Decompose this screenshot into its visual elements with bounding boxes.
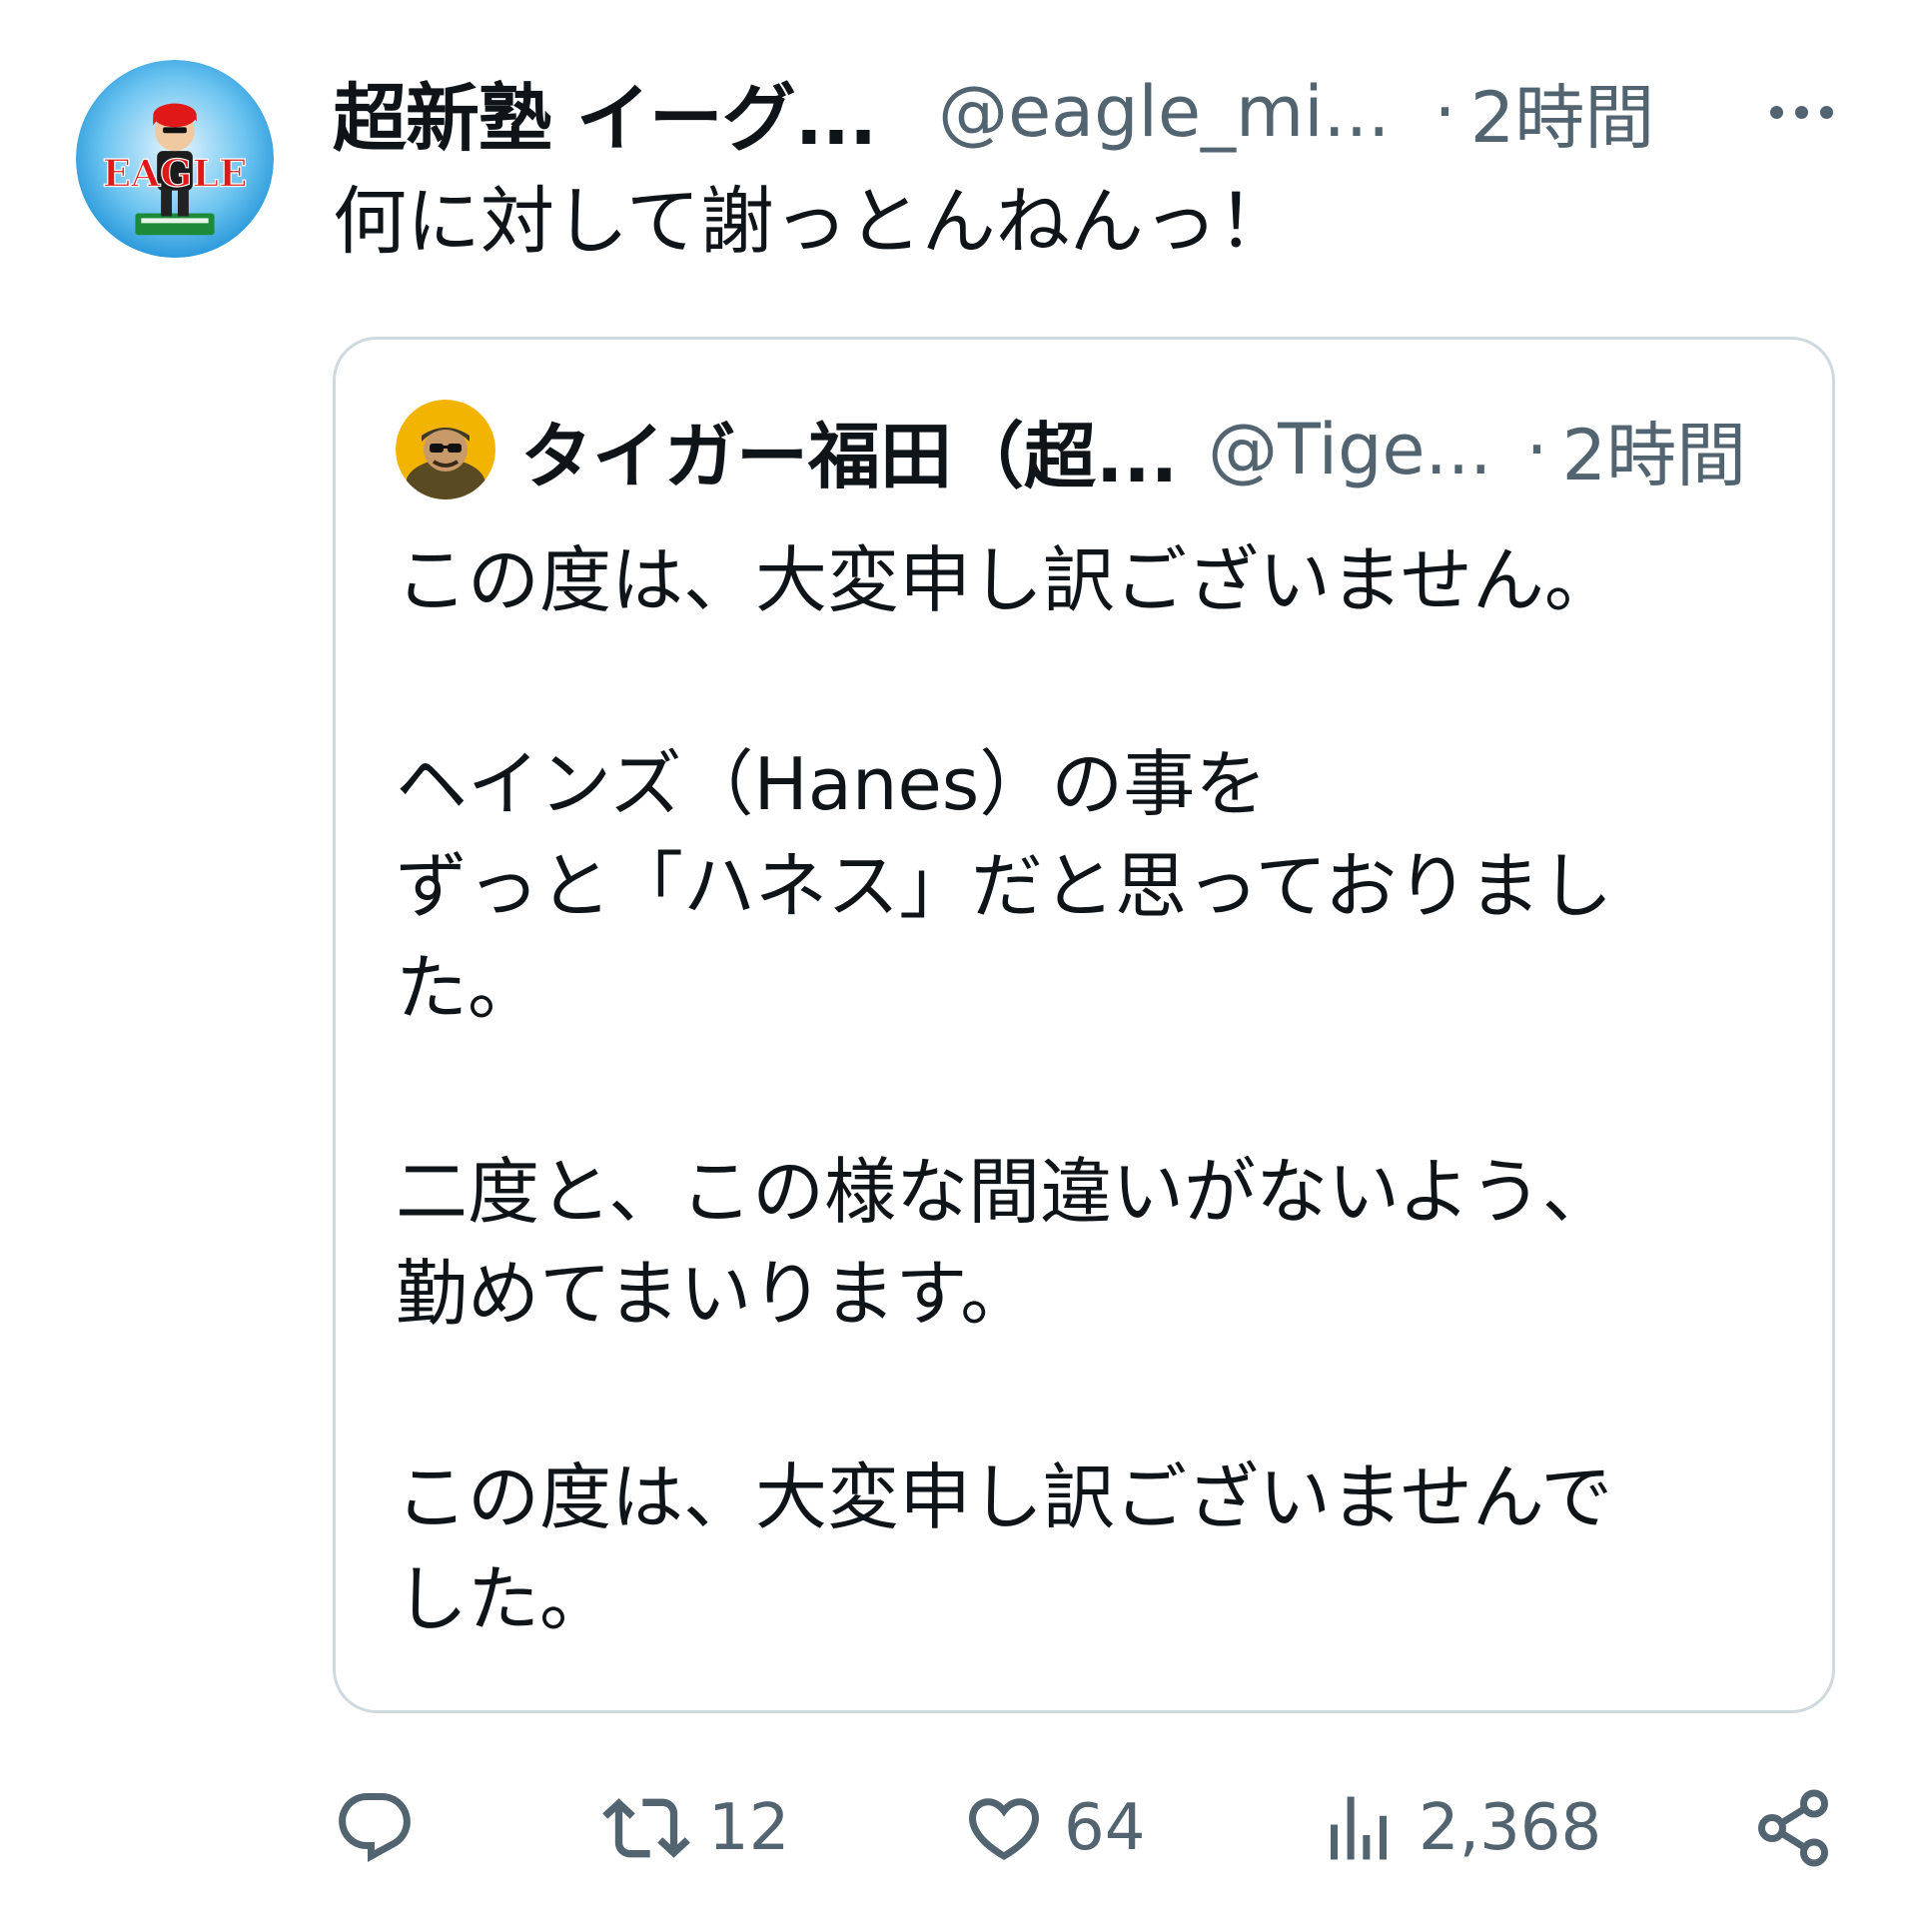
quoted-text-line xyxy=(396,1345,1794,1447)
quoted-tweet-header: タイガー福田（超... @Tige... · 2時間 xyxy=(520,400,1746,499)
heart-icon xyxy=(968,1798,1040,1861)
quoted-text-line: 二度と、この様な間違いがないよう、 xyxy=(396,1150,1614,1234)
tweet-text: 何に対して謝っとんねんっ！ xyxy=(333,179,1292,265)
quoted-author-display-name: タイガー福田（超... xyxy=(520,414,1179,498)
quoted-tweet-timestamp: 2時間 xyxy=(1561,414,1747,496)
quoted-text-line: ずっと「ハネス」だと思っておりまし xyxy=(396,844,1613,928)
quoted-text-line xyxy=(396,1039,1794,1141)
tweet-action-bar: 12 64 2,368 xyxy=(333,1778,1851,1878)
share-button[interactable] xyxy=(1751,1778,1835,1878)
tweet-timestamp[interactable]: 2時間 xyxy=(1470,62,1655,163)
quoted-tweet-card[interactable]: タイガー福田（超... @Tige... · 2時間 この度は、大変申し訳ござい… xyxy=(333,337,1835,1713)
retweet-button[interactable]: 12 xyxy=(602,1778,789,1878)
quoted-text-line: た。 xyxy=(396,946,540,1030)
reply-icon xyxy=(339,1793,411,1862)
quoted-header-separator: · xyxy=(1525,409,1548,490)
views-count: 2,368 xyxy=(1419,1791,1602,1865)
quoted-text-line: この度は、大変申し訳ございませんで xyxy=(396,1455,1613,1539)
tweet-header: 超新塾 イーグ... @eagle_mi... · 2時間 xyxy=(333,62,1851,162)
author-avatar[interactable]: EAGLE xyxy=(76,60,274,258)
reply-button[interactable] xyxy=(333,1778,435,1878)
quoted-author-avatar[interactable] xyxy=(396,400,495,499)
quoted-text-line xyxy=(396,631,1794,733)
author-handle[interactable]: @eagle_mi... xyxy=(938,71,1390,153)
like-button[interactable]: 64 xyxy=(962,1778,1145,1878)
more-options-icon[interactable] xyxy=(1751,62,1851,162)
avatar-logo-text: EAGLE xyxy=(102,152,247,196)
author-display-name[interactable]: 超新塾 イーグ... xyxy=(333,59,877,166)
retweet-count: 12 xyxy=(708,1791,790,1865)
views-button[interactable]: 2,368 xyxy=(1317,1778,1601,1878)
retweet-icon xyxy=(602,1798,690,1858)
views-icon xyxy=(1331,1796,1387,1860)
tweet[interactable]: EAGLE 超新塾 イーグ... @eagle_mi... · 2時間 何に対し… xyxy=(0,0,1918,1932)
header-separator: · xyxy=(1434,71,1456,153)
share-icon xyxy=(1758,1789,1828,1867)
quoted-author-handle: @Tige... xyxy=(1208,409,1492,490)
quoted-text-line: ヘインズ（Hanes）の事を xyxy=(396,742,1268,826)
like-count: 64 xyxy=(1064,1791,1146,1865)
quoted-tweet-text: この度は、大変申し訳ございません。 ヘインズ（Hanes）の事を ずっと「ハネス… xyxy=(396,529,1794,1650)
quoted-text-line: した。 xyxy=(396,1557,612,1641)
quoted-text-line: 勤めてまいります。 xyxy=(396,1252,1033,1336)
quoted-text-line: この度は、大変申し訳ございません。 xyxy=(396,538,1616,622)
